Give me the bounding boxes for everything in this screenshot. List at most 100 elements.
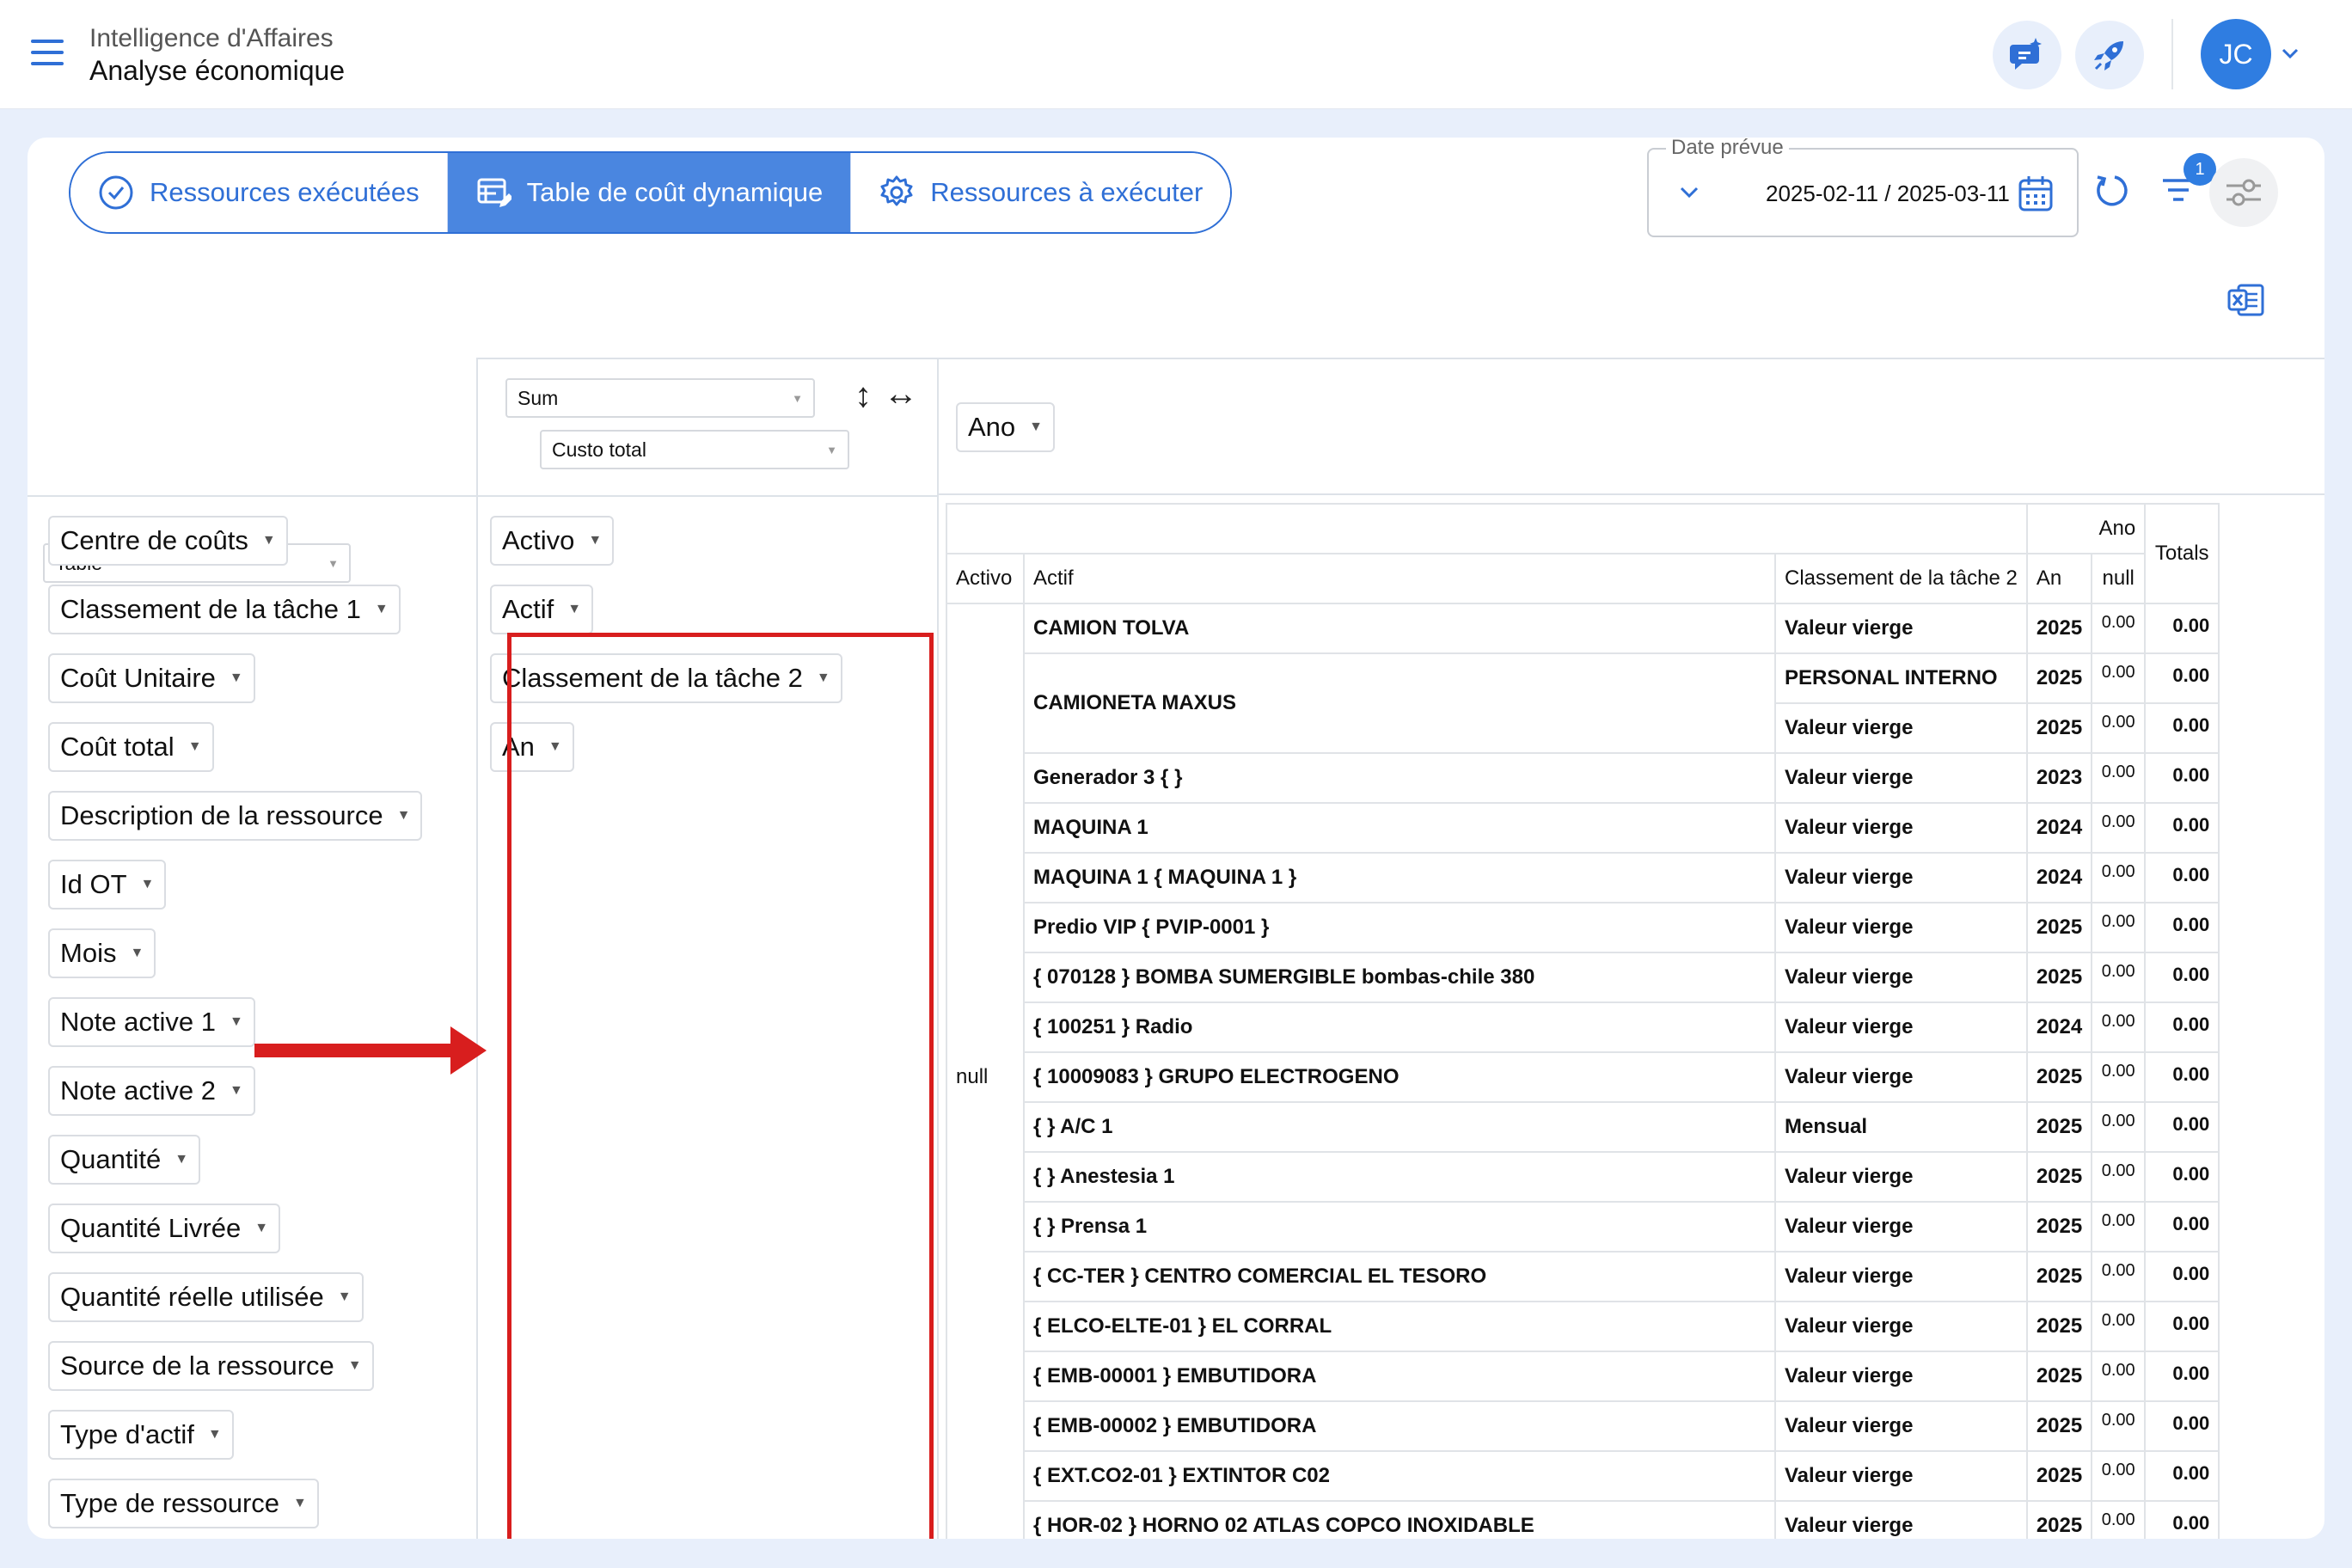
actif-cell: { 070128 } BOMBA SUMERGIBLE bombas-chile… <box>1023 952 1776 1003</box>
actif-cell: { } Anestesia 1 <box>1023 1151 1776 1203</box>
dropdown-icon[interactable]: ▼ <box>397 808 411 824</box>
task-class-cell: PERSONAL INTERNO <box>1774 652 2028 704</box>
tab-dynamic-cost-table[interactable]: Table de coût dynamique <box>446 153 851 232</box>
field-pill-task-class-1[interactable]: Classement de la tâche 1 ▼ <box>48 585 401 634</box>
settings-button[interactable] <box>2209 158 2278 227</box>
actif-cell: Generador 3 { } <box>1023 752 1776 804</box>
chevron-down-icon[interactable] <box>1678 184 1700 201</box>
col-axis-label: Ano <box>2025 503 2147 554</box>
dropdown-icon[interactable]: ▼ <box>254 1221 268 1236</box>
field-pill-quantity[interactable]: Quantité ▼ <box>48 1135 201 1185</box>
dropdown-icon[interactable]: ▼ <box>348 1358 362 1374</box>
col-header-null: null <box>2091 553 2147 604</box>
date-range-value: 2025-02-11 / 2025-03-11 <box>1766 181 2010 206</box>
value-cell: 0.00 <box>2091 603 2147 654</box>
dropdown-icon[interactable]: ▼ <box>208 1427 222 1442</box>
task-class-cell: Valeur vierge <box>1774 1251 2028 1302</box>
field-pill-total-cost[interactable]: Coût total ▼ <box>48 722 214 772</box>
field-pill-actual-quantity-used[interactable]: Quantité réelle utilisée ▼ <box>48 1272 364 1322</box>
row-field-pill-activo[interactable]: Activo ▼ <box>490 516 615 566</box>
dropdown-icon[interactable]: ▼ <box>567 602 581 617</box>
table-edit-icon <box>477 178 511 207</box>
field-pill-work-order-id[interactable]: Id OT ▼ <box>48 860 167 910</box>
field-pill-asset-note-2[interactable]: Note active 2 ▼ <box>48 1066 255 1116</box>
dropdown-icon[interactable]: ▼ <box>230 1014 243 1030</box>
field-pill-month[interactable]: Mois ▼ <box>48 928 156 978</box>
aggregator-select[interactable]: Sum ▼ <box>505 378 815 418</box>
pivot-column-fields: Ano ▼ <box>939 358 2324 495</box>
field-pill-asset-type[interactable]: Type d'actif ▼ <box>48 1410 234 1460</box>
year-cell: 2025 <box>2025 902 2093 953</box>
field-pill-cost-center[interactable]: Centre de coûts ▼ <box>48 516 288 566</box>
total-cell: 0.00 <box>2144 1201 2220 1253</box>
dropdown-icon[interactable]: ▼ <box>1029 420 1043 435</box>
year-cell: 2025 <box>2025 1500 2093 1539</box>
actif-cell: { 10009083 } GRUPO ELECTROGENO <box>1023 1051 1776 1103</box>
dropdown-icon[interactable]: ▼ <box>375 602 389 617</box>
row-header-activo: Activo <box>946 553 1025 604</box>
tab-resources-to-execute[interactable]: Ressources à exécuter <box>850 153 1231 232</box>
year-cell: 2024 <box>2025 802 2093 854</box>
value-field-value: Custo total <box>552 438 646 461</box>
highlight-box <box>507 633 934 1539</box>
field-pill-resource-description[interactable]: Description de la ressource ▼ <box>48 791 423 841</box>
dropdown-icon[interactable]: ▼ <box>141 877 155 892</box>
task-class-cell: Valeur vierge <box>1774 1201 2028 1253</box>
launch-button[interactable] <box>2075 21 2144 89</box>
field-pill-resource-source[interactable]: Source de la ressource ▼ <box>48 1341 374 1391</box>
actif-cell: { EXT.CO2-01 } EXTINTOR C02 <box>1023 1450 1776 1502</box>
value-cell: 0.00 <box>2091 1351 2147 1402</box>
pivot-unused-fields: Centre de coûts ▼ Classement de la tâche … <box>28 495 476 1539</box>
value-cell: 0.00 <box>2091 802 2147 854</box>
field-pill-asset-note-1[interactable]: Note active 1 ▼ <box>48 997 255 1047</box>
tab-executed-resources[interactable]: Ressources exécutées <box>70 153 447 232</box>
total-cell: 0.00 <box>2144 1450 2220 1502</box>
task-class-cell: Valeur vierge <box>1774 1301 2028 1352</box>
excel-export-icon[interactable] <box>2226 280 2266 320</box>
dropdown-icon[interactable]: ▼ <box>293 1496 307 1511</box>
row-field-pill-actif[interactable]: Actif ▼ <box>490 585 594 634</box>
col-order-icon[interactable]: ↔ <box>884 375 918 413</box>
total-cell: 0.00 <box>2144 603 2220 654</box>
dropdown-icon[interactable]: ▼ <box>130 946 144 961</box>
gear-icon <box>880 175 913 206</box>
dropdown-icon[interactable]: ▼ <box>230 671 243 686</box>
dropdown-icon[interactable]: ▼ <box>175 1152 188 1167</box>
value-field-select[interactable]: Custo total ▼ <box>540 430 849 469</box>
chevron-down-icon[interactable] <box>2280 45 2300 62</box>
row-order-icon[interactable]: ↕ <box>854 377 872 415</box>
actif-cell: MAQUINA 1 <box>1023 802 1776 854</box>
dropdown-icon[interactable]: ▼ <box>188 739 202 755</box>
value-cell: 0.00 <box>2091 1151 2147 1203</box>
refresh-icon[interactable] <box>2092 172 2132 211</box>
totals-header: Totals <box>2144 503 2220 604</box>
total-cell: 0.00 <box>2144 702 2220 754</box>
pivot-aggregator-area: Sum ▼ ↕ ↔ Custo total ▼ <box>476 358 939 495</box>
table-row: { EMB-00001 } EMBUTIDORA Valeur vierge 2… <box>946 1351 2220 1402</box>
total-cell: 0.00 <box>2144 752 2220 804</box>
menu-icon[interactable] <box>31 40 64 65</box>
calendar-icon[interactable] <box>2017 174 2055 213</box>
column-field-pill[interactable]: Ano ▼ <box>956 402 1056 452</box>
dropdown-icon[interactable]: ▼ <box>588 533 602 548</box>
value-cell: 0.00 <box>2091 702 2147 754</box>
dropdown-icon[interactable]: ▼ <box>338 1289 352 1305</box>
app-header: Intelligence d'Affaires Analyse économiq… <box>0 0 2352 109</box>
aggregator-value: Sum <box>518 386 559 409</box>
chat-button[interactable] <box>1993 21 2061 89</box>
actif-cell: { HOR-02 } HORNO 02 ATLAS COPCO INOXIDAB… <box>1023 1500 1776 1539</box>
year-cell: 2025 <box>2025 652 2093 704</box>
avatar[interactable]: JC <box>2201 19 2271 89</box>
dropdown-icon[interactable]: ▼ <box>230 1083 243 1099</box>
actif-cell: { ELCO-ELTE-01 } EL CORRAL <box>1023 1301 1776 1352</box>
task-class-cell: Valeur vierge <box>1774 1051 2028 1103</box>
actif-cell: Predio VIP { PVIP-0001 } <box>1023 902 1776 953</box>
field-pill-delivered-quantity[interactable]: Quantité Livrée ▼ <box>48 1204 281 1253</box>
field-pill-unit-cost[interactable]: Coût Unitaire ▼ <box>48 653 255 703</box>
date-range-field[interactable]: Date prévue 2025-02-11 / 2025-03-11 <box>1647 138 2079 237</box>
field-pill-resource-type[interactable]: Type de ressource ▼ <box>48 1479 319 1528</box>
dropdown-icon[interactable]: ▼ <box>262 533 276 548</box>
total-cell: 0.00 <box>2144 1301 2220 1352</box>
actif-cell: { } Prensa 1 <box>1023 1201 1776 1253</box>
task-class-cell: Valeur vierge <box>1774 1400 2028 1452</box>
